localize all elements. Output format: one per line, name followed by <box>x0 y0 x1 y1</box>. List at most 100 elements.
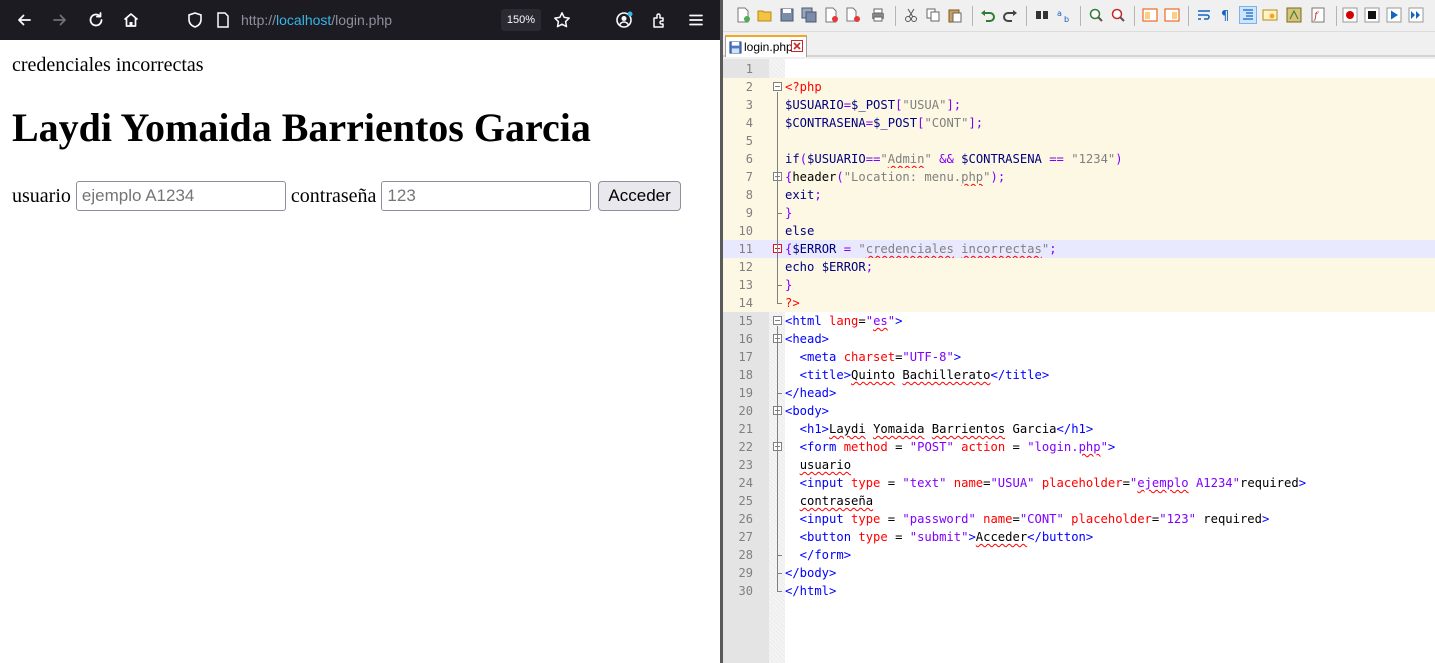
code-token: Quinto <box>851 368 896 382</box>
copy-icon[interactable] <box>925 7 941 23</box>
paste-icon[interactable] <box>947 7 963 23</box>
svg-text:¶: ¶ <box>1221 9 1229 23</box>
run-macro-multiple-icon[interactable] <box>1408 7 1424 23</box>
function-list-icon[interactable]: f <box>1310 7 1326 23</box>
home-icon[interactable] <box>119 8 143 32</box>
code-token: = <box>836 242 859 256</box>
shield-icon[interactable] <box>183 8 207 32</box>
code-token: " <box>887 314 896 328</box>
code-line[interactable]: 15 <html lang="es"> <box>723 312 1435 330</box>
code-line[interactable]: 30 </html> <box>723 582 1435 600</box>
code-token: ?> <box>785 296 800 310</box>
tab-login-php[interactable]: login.php <box>725 35 807 57</box>
error-message: credenciales incorrectas <box>12 54 204 76</box>
menu-hamburger-icon[interactable] <box>684 8 708 32</box>
code-token: $_POST <box>851 98 896 112</box>
code-token: placeholder <box>1063 512 1152 526</box>
new-file-icon[interactable] <box>735 7 751 23</box>
open-file-icon[interactable] <box>757 7 773 23</box>
replace-icon[interactable]: ab <box>1056 7 1072 23</box>
find-icon[interactable] <box>1034 7 1050 23</box>
forward-arrow-icon[interactable] <box>48 8 72 32</box>
code-line[interactable]: 1 <box>723 60 1435 78</box>
contrasena-input[interactable] <box>381 181 592 211</box>
save-icon[interactable] <box>779 7 795 23</box>
back-arrow-icon[interactable] <box>12 8 36 32</box>
code-line[interactable]: 24 <input type = "text" name = "USUA" plac… <box>723 474 1435 492</box>
code-line[interactable]: 17 <meta charset="UTF-8"> <box>723 348 1435 366</box>
account-icon[interactable] <box>612 8 636 32</box>
code-line[interactable]: 19 </head> <box>723 384 1435 402</box>
line-number: 5 <box>745 134 753 148</box>
zoom-in-icon[interactable] <box>1088 7 1104 23</box>
save-all-icon[interactable] <box>801 7 817 23</box>
code-line[interactable]: 25 contraseña <box>723 492 1435 510</box>
code-line[interactable]: 27 <button type = "submit">Acceder</butt… <box>723 528 1435 546</box>
code-token: incorrectas <box>961 242 1042 256</box>
record-macro-icon[interactable] <box>1342 7 1358 23</box>
stop-macro-icon[interactable] <box>1364 7 1380 23</box>
doc-map-icon[interactable] <box>1286 7 1302 23</box>
bookmark-star-icon[interactable] <box>550 8 574 32</box>
code-line[interactable]: 26 <input type = "password" name="CONT" … <box>723 510 1435 528</box>
code-line[interactable]: 18 <title>Quinto Bachillerato</title> <box>723 366 1435 384</box>
code-line[interactable]: 4 $CONTRASENA=$_POST["CONT"]; <box>723 114 1435 132</box>
code-line[interactable]: 20 <body> <box>723 402 1435 420</box>
code-line[interactable]: 7 {header("Location: menu.php"); <box>723 168 1435 186</box>
code-token: lang <box>821 314 859 328</box>
indent-guide-icon[interactable] <box>1239 6 1257 24</box>
code-line[interactable]: 10 else <box>723 222 1435 240</box>
code-line[interactable]: 23 usuario <box>723 456 1435 474</box>
line-number: 23 <box>738 458 753 472</box>
editor-tabbar: login.php <box>723 33 1435 57</box>
fold-toggle-icon[interactable] <box>773 82 782 91</box>
code-line[interactable]: 16 <head> <box>723 330 1435 348</box>
cut-icon[interactable] <box>903 7 919 23</box>
close-all-icon[interactable] <box>845 7 861 23</box>
code-line[interactable]: 5 <box>723 132 1435 150</box>
code-line[interactable]: 22 <form method = "POST" action = "login… <box>723 438 1435 456</box>
close-tab-icon[interactable] <box>791 40 803 52</box>
code-line[interactable]: 21 <h1>Laydi Yomaida Barrientos Garcia</… <box>723 420 1435 438</box>
url-bar[interactable]: http://localhost/login.php <box>241 12 392 28</box>
code-line[interactable]: 13} <box>723 276 1435 294</box>
code-line[interactable]: 6 if($USUARIO=="Admin" && $CONTRASENA == … <box>723 150 1435 168</box>
line-number: 19 <box>738 386 753 400</box>
sync-horizontal-icon[interactable] <box>1164 7 1180 23</box>
code-line[interactable]: 28 </form> <box>723 546 1435 564</box>
zoom-badge[interactable]: 150% <box>501 9 541 31</box>
code-token: <button <box>785 530 852 544</box>
usuario-input[interactable] <box>75 181 286 211</box>
code-line[interactable]: 14 ?> <box>723 294 1435 312</box>
play-macro-icon[interactable] <box>1386 7 1402 23</box>
zoom-out-icon[interactable] <box>1110 7 1126 23</box>
fold-toggle-icon[interactable] <box>773 316 782 325</box>
line-number: 20 <box>738 404 753 418</box>
page-title: Laydi Yomaida Barrientos Garcia <box>12 105 591 150</box>
code-token: <?php <box>785 80 822 94</box>
user-language-icon[interactable] <box>1262 7 1278 23</box>
acceder-button[interactable]: Acceder <box>598 181 681 211</box>
code-line[interactable]: 9} <box>723 204 1435 222</box>
extensions-icon[interactable] <box>647 8 671 32</box>
code-editor[interactable]: 1 2 <?php 3 $USUARIO=$_POST["USUA"]; 4 $CONTRA… <box>723 59 1435 663</box>
reload-icon[interactable] <box>84 8 108 32</box>
code-token: == <box>1041 152 1072 166</box>
code-line[interactable]: 2 <?php <box>723 78 1435 96</box>
close-file-icon[interactable] <box>823 7 839 23</box>
word-wrap-icon[interactable] <box>1196 7 1212 23</box>
print-icon[interactable] <box>870 7 886 23</box>
undo-icon[interactable] <box>980 7 996 23</box>
code-token: $USUARIO <box>807 152 866 166</box>
code-token: " <box>924 152 932 166</box>
code-line[interactable]: 12 echo $ERROR; <box>723 258 1435 276</box>
show-all-chars-icon[interactable]: ¶ <box>1218 7 1234 23</box>
sync-vertical-icon[interactable] <box>1142 7 1158 23</box>
code-line[interactable]: 8 exit; <box>723 186 1435 204</box>
code-line[interactable]: 29 </body> <box>723 564 1435 582</box>
redo-icon[interactable] <box>1002 7 1018 23</box>
code-line[interactable]: 11 {$ERROR = "credenciales incorrectas"; <box>723 240 1435 258</box>
code-line[interactable]: 3 $USUARIO=$_POST["USUA"]; <box>723 96 1435 114</box>
